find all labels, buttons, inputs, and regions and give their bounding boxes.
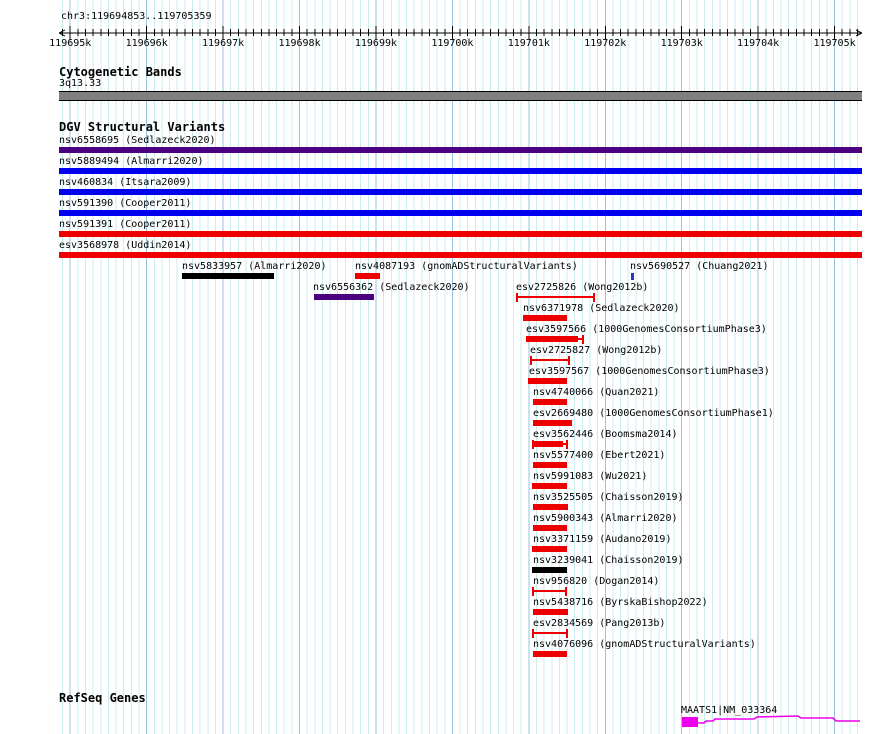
gene-glyph[interactable] xyxy=(0,0,890,734)
gene-intron-line xyxy=(698,715,860,724)
gene-exon xyxy=(682,717,698,727)
genome-browser-canvas: chr3:119694853..119705359 119695k 119696k… xyxy=(0,0,890,734)
